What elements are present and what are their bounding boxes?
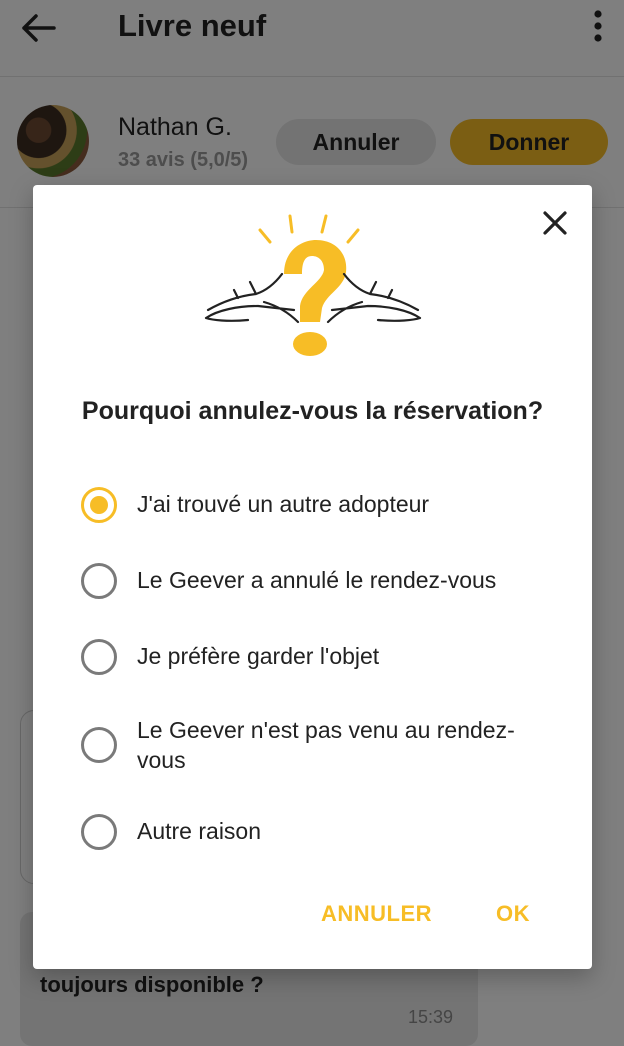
radio-button-checked[interactable] <box>81 487 117 523</box>
dialog-title: Pourquoi annulez-vous la réservation? <box>81 397 544 425</box>
option-other-reason[interactable]: Autre raison <box>77 813 557 873</box>
radio-button[interactable] <box>81 814 117 850</box>
dialog-actions: ANNULER OK <box>33 901 592 941</box>
dialog-ok-button[interactable]: OK <box>496 901 530 927</box>
close-button[interactable] <box>537 205 573 241</box>
cancel-reason-dialog: Pourquoi annulez-vous la réservation? J'… <box>33 185 592 969</box>
option-label: Autre raison <box>137 818 262 844</box>
option-label: Le Geever n'est pas venu au rendez-vous <box>137 717 515 773</box>
option-geever-no-show[interactable]: Le Geever n'est pas venu au rendez-vous <box>77 713 557 789</box>
option-keep-item[interactable]: Je préfère garder l'objet <box>77 638 557 698</box>
option-geever-cancelled[interactable]: Le Geever a annulé le rendez-vous <box>77 562 557 622</box>
close-icon <box>543 211 567 235</box>
option-label: Je préfère garder l'objet <box>137 643 380 669</box>
radio-button[interactable] <box>81 639 117 675</box>
option-label: J'ai trouvé un autre adopteur <box>137 491 430 517</box>
radio-button[interactable] <box>81 727 117 763</box>
option-label: Le Geever a annulé le rendez-vous <box>137 567 497 593</box>
radio-button[interactable] <box>81 563 117 599</box>
question-hands-illustration <box>204 214 422 356</box>
dialog-cancel-button[interactable]: ANNULER <box>321 901 432 927</box>
option-found-other-adopter[interactable]: J'ai trouvé un autre adopteur <box>77 485 557 545</box>
